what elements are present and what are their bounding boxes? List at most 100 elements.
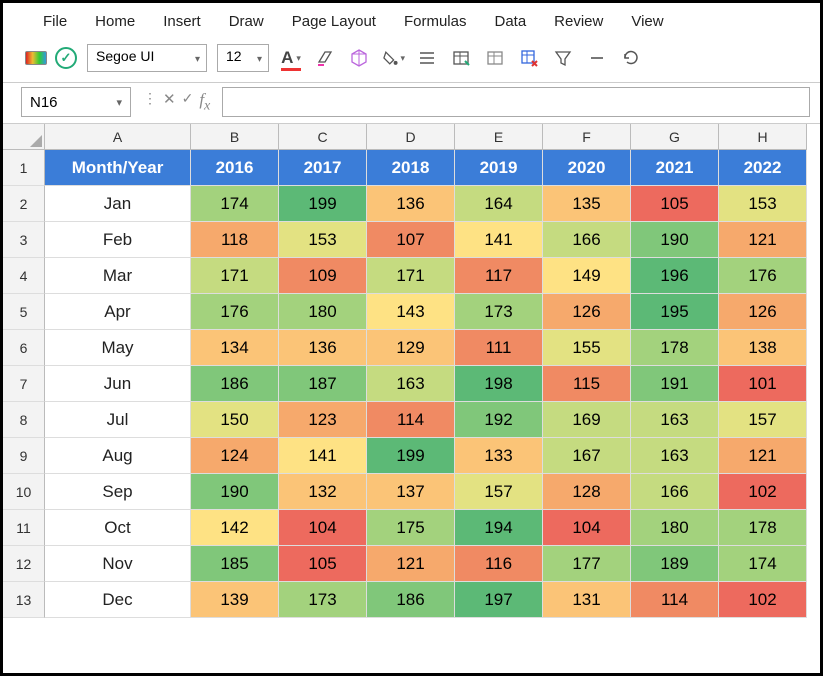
select-all-triangle[interactable] xyxy=(3,124,45,150)
cell-E10[interactable]: 157 xyxy=(455,474,543,510)
align-icon[interactable] xyxy=(415,46,439,70)
row-header-3[interactable]: 3 xyxy=(3,222,45,258)
filter-icon[interactable] xyxy=(551,46,575,70)
cell-B12[interactable]: 185 xyxy=(191,546,279,582)
cell-B11[interactable]: 142 xyxy=(191,510,279,546)
cell-G12[interactable]: 189 xyxy=(631,546,719,582)
refresh-icon[interactable] xyxy=(619,46,643,70)
menu-review[interactable]: Review xyxy=(554,13,603,30)
cell-F12[interactable]: 177 xyxy=(543,546,631,582)
row-header-12[interactable]: 12 xyxy=(3,546,45,582)
menu-view[interactable]: View xyxy=(631,13,663,30)
cell-A9[interactable]: Aug xyxy=(45,438,191,474)
cell-C12[interactable]: 105 xyxy=(279,546,367,582)
cell-F3[interactable]: 166 xyxy=(543,222,631,258)
row-header-1[interactable]: 1 xyxy=(3,150,45,186)
cell-A2[interactable]: Jan xyxy=(45,186,191,222)
row-header-13[interactable]: 13 xyxy=(3,582,45,618)
col-header-A[interactable]: A xyxy=(45,124,191,150)
minus-icon[interactable] xyxy=(585,46,609,70)
cell-D3[interactable]: 107 xyxy=(367,222,455,258)
cell-C2[interactable]: 199 xyxy=(279,186,367,222)
cell-E2[interactable]: 164 xyxy=(455,186,543,222)
cell-B7[interactable]: 186 xyxy=(191,366,279,402)
cell-G11[interactable]: 180 xyxy=(631,510,719,546)
cell-D7[interactable]: 163 xyxy=(367,366,455,402)
cell-F8[interactable]: 169 xyxy=(543,402,631,438)
col-header-G[interactable]: G xyxy=(631,124,719,150)
cell-A3[interactable]: Feb xyxy=(45,222,191,258)
row-header-2[interactable]: 2 xyxy=(3,186,45,222)
menu-home[interactable]: Home xyxy=(95,13,135,30)
cell-F5[interactable]: 126 xyxy=(543,294,631,330)
row-header-6[interactable]: 6 xyxy=(3,330,45,366)
cell-F9[interactable]: 167 xyxy=(543,438,631,474)
formula-input[interactable] xyxy=(222,87,810,117)
font-size-select[interactable]: 12 ▾ xyxy=(217,44,269,72)
cell-D11[interactable]: 175 xyxy=(367,510,455,546)
cell-C1[interactable]: 2017 xyxy=(279,150,367,186)
row-header-9[interactable]: 9 xyxy=(3,438,45,474)
menu-data[interactable]: Data xyxy=(494,13,526,30)
cell-A7[interactable]: Jun xyxy=(45,366,191,402)
cell-A13[interactable]: Dec xyxy=(45,582,191,618)
cell-B4[interactable]: 171 xyxy=(191,258,279,294)
col-header-H[interactable]: H xyxy=(719,124,807,150)
cell-A4[interactable]: Mar xyxy=(45,258,191,294)
menu-formulas[interactable]: Formulas xyxy=(404,13,467,30)
cell-E5[interactable]: 173 xyxy=(455,294,543,330)
cell-D13[interactable]: 186 xyxy=(367,582,455,618)
col-header-F[interactable]: F xyxy=(543,124,631,150)
cell-A12[interactable]: Nov xyxy=(45,546,191,582)
cell-H7[interactable]: 101 xyxy=(719,366,807,402)
menu-page-layout[interactable]: Page Layout xyxy=(292,13,376,30)
accept-check-icon[interactable]: ✓ xyxy=(182,90,194,114)
cell-D10[interactable]: 137 xyxy=(367,474,455,510)
col-header-E[interactable]: E xyxy=(455,124,543,150)
cell-G3[interactable]: 190 xyxy=(631,222,719,258)
cell-A11[interactable]: Oct xyxy=(45,510,191,546)
cell-H13[interactable]: 102 xyxy=(719,582,807,618)
col-header-C[interactable]: C xyxy=(279,124,367,150)
cell-A6[interactable]: May xyxy=(45,330,191,366)
cell-C7[interactable]: 187 xyxy=(279,366,367,402)
cell-D2[interactable]: 136 xyxy=(367,186,455,222)
cell-C4[interactable]: 109 xyxy=(279,258,367,294)
cell-G13[interactable]: 114 xyxy=(631,582,719,618)
cell-B3[interactable]: 118 xyxy=(191,222,279,258)
row-header-5[interactable]: 5 xyxy=(3,294,45,330)
row-header-8[interactable]: 8 xyxy=(3,402,45,438)
row-header-10[interactable]: 10 xyxy=(3,474,45,510)
cell-B8[interactable]: 150 xyxy=(191,402,279,438)
cell-G10[interactable]: 166 xyxy=(631,474,719,510)
cell-H4[interactable]: 176 xyxy=(719,258,807,294)
cell-B5[interactable]: 176 xyxy=(191,294,279,330)
menu-file[interactable]: File xyxy=(43,13,67,30)
name-box[interactable]: N16 ▾ xyxy=(21,87,131,117)
cell-B13[interactable]: 139 xyxy=(191,582,279,618)
font-color-icon[interactable]: A ▾ xyxy=(279,46,303,70)
cell-F1[interactable]: 2020 xyxy=(543,150,631,186)
cell-G2[interactable]: 105 xyxy=(631,186,719,222)
cell-E1[interactable]: 2019 xyxy=(455,150,543,186)
cell-G8[interactable]: 163 xyxy=(631,402,719,438)
cell-C13[interactable]: 173 xyxy=(279,582,367,618)
cell-A5[interactable]: Apr xyxy=(45,294,191,330)
cell-H8[interactable]: 157 xyxy=(719,402,807,438)
cell-H9[interactable]: 121 xyxy=(719,438,807,474)
cell-A8[interactable]: Jul xyxy=(45,402,191,438)
cell-B9[interactable]: 124 xyxy=(191,438,279,474)
cell-B6[interactable]: 134 xyxy=(191,330,279,366)
cell-C10[interactable]: 132 xyxy=(279,474,367,510)
col-header-D[interactable]: D xyxy=(367,124,455,150)
cell-G1[interactable]: 2021 xyxy=(631,150,719,186)
cancel-x-icon[interactable]: ✕ xyxy=(163,90,176,114)
cell-D5[interactable]: 143 xyxy=(367,294,455,330)
cell-G7[interactable]: 191 xyxy=(631,366,719,402)
menu-draw[interactable]: Draw xyxy=(229,13,264,30)
table-delete-icon[interactable] xyxy=(517,46,541,70)
cell-C11[interactable]: 104 xyxy=(279,510,367,546)
cell-B1[interactable]: 2016 xyxy=(191,150,279,186)
row-header-11[interactable]: 11 xyxy=(3,510,45,546)
colorizer-icon[interactable] xyxy=(25,51,47,65)
